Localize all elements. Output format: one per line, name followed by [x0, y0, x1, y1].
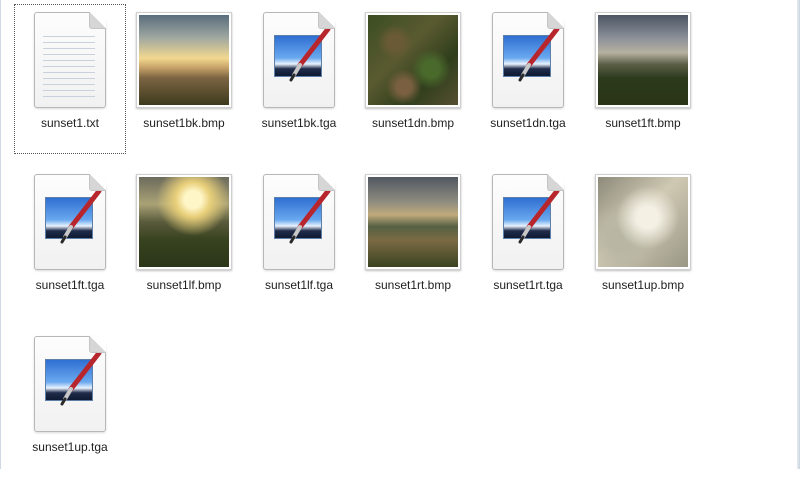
paint-document-icon [249, 10, 349, 110]
file-item-sunset1lf-tga[interactable]: sunset1lf.tga [243, 166, 355, 316]
image-thumbnail [363, 10, 463, 110]
file-item-sunset1dn-bmp[interactable]: sunset1dn.bmp [357, 4, 469, 154]
paint-document-icon [478, 172, 578, 272]
file-name-label: sunset1dn.bmp [371, 116, 455, 130]
paint-document-icon [249, 172, 349, 272]
file-item-sunset1bk-bmp[interactable]: sunset1bk.bmp [128, 4, 240, 154]
file-name-label: sunset1rt.tga [493, 278, 563, 292]
file-list-pane: sunset1.txt sunset1bk.bmp sunset1bk.tga … [0, 0, 800, 469]
file-name-label: sunset1bk.bmp [143, 116, 225, 130]
file-name-label: sunset1rt.bmp [374, 278, 452, 292]
file-name-label: sunset1lf.tga [264, 278, 334, 292]
file-item-sunset1bk-tga[interactable]: sunset1bk.tga [243, 4, 355, 154]
image-thumbnail [363, 172, 463, 272]
paint-document-icon [20, 334, 120, 434]
image-thumbnail [134, 172, 234, 272]
file-item-sunset1ft-tga[interactable]: sunset1ft.tga [14, 166, 126, 316]
file-name-label: sunset1bk.tga [261, 116, 337, 130]
file-name-label: sunset1lf.bmp [146, 278, 222, 292]
image-thumbnail [593, 172, 693, 272]
file-item-sunset1ft-bmp[interactable]: sunset1ft.bmp [587, 4, 699, 154]
file-item-sunset1-txt[interactable]: sunset1.txt [14, 4, 126, 154]
image-thumbnail [134, 10, 234, 110]
file-item-sunset1lf-bmp[interactable]: sunset1lf.bmp [128, 166, 240, 316]
file-name-label: sunset1up.bmp [601, 278, 685, 292]
file-item-sunset1up-tga[interactable]: sunset1up.tga [14, 328, 126, 478]
file-item-sunset1rt-tga[interactable]: sunset1rt.tga [472, 166, 584, 316]
file-name-label: sunset1ft.tga [35, 278, 105, 292]
paint-document-icon [478, 10, 578, 110]
paint-document-icon [20, 172, 120, 272]
text-document-icon [20, 10, 120, 110]
file-name-label: sunset1dn.tga [490, 116, 566, 130]
file-item-sunset1up-bmp[interactable]: sunset1up.bmp [587, 166, 699, 316]
file-item-sunset1dn-tga[interactable]: sunset1dn.tga [472, 4, 584, 154]
image-thumbnail [593, 10, 693, 110]
file-name-label: sunset1up.tga [32, 440, 108, 454]
file-item-sunset1rt-bmp[interactable]: sunset1rt.bmp [357, 166, 469, 316]
file-name-label: sunset1.txt [40, 116, 100, 130]
file-name-label: sunset1ft.bmp [605, 116, 681, 130]
